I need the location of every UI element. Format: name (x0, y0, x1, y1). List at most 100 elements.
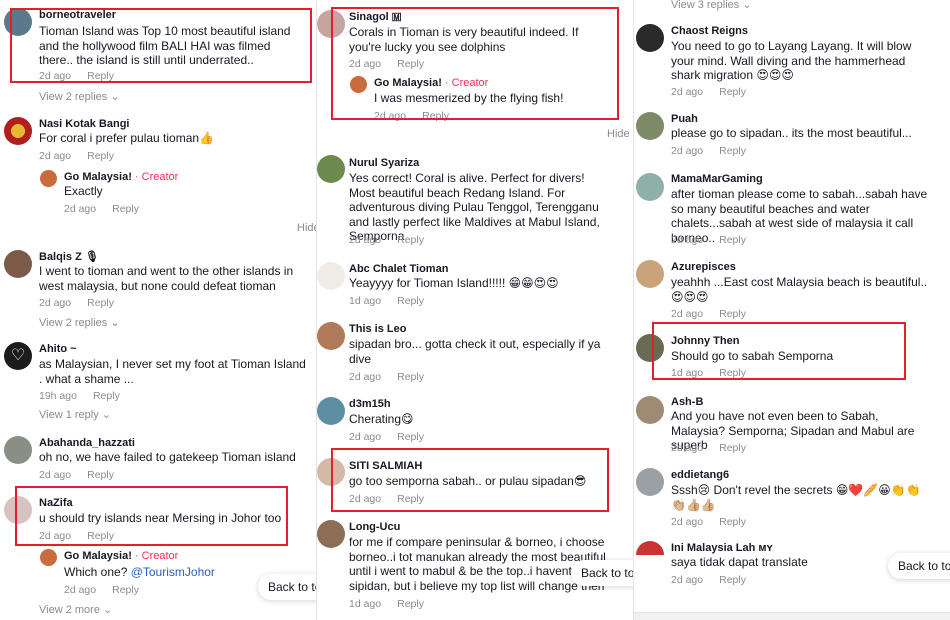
comment-input-bar[interactable] (634, 612, 950, 620)
reply-button[interactable]: Reply (87, 297, 114, 309)
avatar[interactable] (317, 10, 345, 38)
reply-button[interactable]: Reply (719, 367, 746, 379)
reply-button[interactable]: Reply (719, 145, 746, 157)
comment-meta: 2d ago Reply (39, 469, 114, 481)
reply-button[interactable]: Reply (87, 469, 114, 481)
reply-author[interactable]: Go Malaysia! · Creator (64, 171, 178, 183)
comment-text: please go to sipadan.. its the most beau… (671, 126, 912, 140)
reply-button[interactable]: Reply (87, 150, 114, 162)
comment-author[interactable]: Ash-B (671, 396, 703, 408)
comment-author[interactable]: MamaMarGaming (671, 173, 763, 185)
comment-author[interactable]: Azurepisces (671, 261, 736, 273)
avatar[interactable] (636, 260, 664, 288)
avatar[interactable] (4, 117, 32, 145)
reply-button[interactable]: Reply (719, 442, 746, 454)
comment-author[interactable]: d3m15h (349, 398, 391, 410)
reply-button[interactable]: Reply (397, 58, 424, 70)
comment-author[interactable]: eddietang6 (671, 469, 729, 481)
avatar[interactable] (636, 396, 664, 424)
reply-button[interactable]: Reply (397, 431, 424, 443)
hide-button[interactable]: Hide (607, 128, 630, 140)
avatar[interactable] (636, 541, 664, 569)
comment-author[interactable]: Nasi Kotak Bangi (39, 118, 129, 130)
reply-button[interactable]: Reply (719, 308, 746, 320)
reply-button[interactable]: Reply (719, 516, 746, 528)
reply-button[interactable]: Reply (87, 70, 114, 82)
comment-text: oh no, we have failed to gatekeep Tioman… (39, 450, 296, 464)
avatar[interactable] (636, 334, 664, 362)
reply-button[interactable]: Reply (422, 110, 449, 122)
comment-author[interactable]: Abahanda_hazzati (39, 437, 135, 449)
comment-author[interactable]: Nurul Syariza (349, 157, 419, 169)
avatar[interactable] (317, 397, 345, 425)
comment-meta: 2d ago Reply (349, 58, 424, 70)
comment-meta: 19h ago Reply (39, 390, 120, 402)
comment-author[interactable]: This is Leo (349, 323, 406, 335)
hide-button[interactable]: Hide (297, 222, 316, 234)
avatar[interactable] (4, 496, 32, 524)
avatar[interactable] (40, 549, 57, 566)
avatar[interactable] (317, 262, 345, 290)
comment-text: Sssh😢 Don't revel the secrets 😁❤️🥖😀👏👏👏🏼👍… (671, 483, 921, 512)
comment-author[interactable]: Johnny Then (671, 335, 739, 347)
avatar[interactable] (317, 458, 345, 486)
reply-button[interactable]: Reply (719, 234, 746, 246)
comment-author[interactable]: Sinagol 🇲 (349, 11, 402, 24)
reply-button[interactable]: Reply (112, 203, 139, 215)
mention-link[interactable]: @TourismJohor (131, 565, 215, 579)
comment-meta: 1d ago Reply (349, 295, 424, 307)
avatar[interactable] (4, 8, 32, 36)
avatar[interactable]: ♡ (4, 342, 32, 370)
avatar[interactable] (636, 468, 664, 496)
reply-author[interactable]: Go Malaysia! · Creator (64, 550, 178, 562)
avatar[interactable] (317, 322, 345, 350)
avatar[interactable] (317, 520, 345, 548)
view-replies-button[interactable]: View 3 replies ⌄ (671, 0, 752, 11)
comment-author[interactable]: Puah (671, 113, 698, 125)
reply-button[interactable]: Reply (397, 598, 424, 610)
reply-button[interactable]: Reply (719, 574, 746, 586)
comment-author[interactable]: NaZifa (39, 497, 73, 509)
comment-author[interactable]: Balqis Z 🎙 (39, 250, 99, 263)
reply-button[interactable]: Reply (397, 234, 424, 246)
avatar[interactable] (350, 76, 367, 93)
comment-text: Yeayyyy for Tioman Island!!!!! 😁😁😍😍 (349, 276, 559, 290)
reply-button[interactable]: Reply (93, 390, 120, 402)
view-replies-button[interactable]: View 2 replies ⌄ (39, 316, 120, 329)
comment-panel-1: borneotraveler Tioman Island was Top 10 … (0, 0, 316, 620)
comment-author[interactable]: borneotraveler (39, 9, 116, 21)
avatar[interactable] (4, 250, 32, 278)
avatar[interactable] (636, 173, 664, 201)
reply-button[interactable]: Reply (397, 493, 424, 505)
comment-text: Yes correct! Coral is alive. Perfect for… (349, 171, 600, 243)
back-to-top-button[interactable]: Back to top (571, 560, 633, 586)
view-replies-button[interactable]: View 2 replies ⌄ (39, 90, 120, 103)
reply-author[interactable]: Go Malaysia! · Creator (374, 77, 488, 89)
avatar[interactable] (636, 112, 664, 140)
back-to-top-button[interactable]: Back to top (888, 553, 950, 579)
comment-author[interactable]: Chaost Reigns (671, 25, 748, 37)
avatar[interactable] (636, 24, 664, 52)
reply-button[interactable]: Reply (112, 584, 139, 596)
comment-author[interactable]: Long-Ucu (349, 521, 400, 533)
comment-meta: 1d ago Reply (671, 367, 746, 379)
comment-meta: 2d ago Reply (671, 86, 746, 98)
comment-text: go too semporna sabah.. or pulau sipadan… (349, 474, 587, 488)
comment-author[interactable]: SITI SALMIAH (349, 460, 422, 472)
comment-meta: 2d ago Reply (349, 493, 424, 505)
comment-author[interactable]: Ahito ~ (39, 343, 77, 355)
back-to-top-button[interactable]: Back to top (258, 574, 316, 600)
avatar[interactable] (40, 170, 57, 187)
view-more-replies-button[interactable]: View 2 more ⌄ (39, 603, 112, 616)
view-replies-button[interactable]: View 1 reply ⌄ (39, 408, 111, 421)
reply-button[interactable]: Reply (87, 530, 114, 542)
reply-button[interactable]: Reply (719, 86, 746, 98)
comment-meta: 2d ago Reply (671, 516, 746, 528)
comment-author[interactable]: Ini Malaysia Lah ᴍʏ (671, 542, 773, 554)
comment-panel-3: View 3 replies ⌄ Chaost Reigns You need … (634, 0, 950, 620)
avatar[interactable] (317, 155, 345, 183)
reply-button[interactable]: Reply (397, 295, 424, 307)
comment-author[interactable]: Abc Chalet Tioman (349, 263, 448, 275)
reply-button[interactable]: Reply (397, 371, 424, 383)
avatar[interactable] (4, 436, 32, 464)
